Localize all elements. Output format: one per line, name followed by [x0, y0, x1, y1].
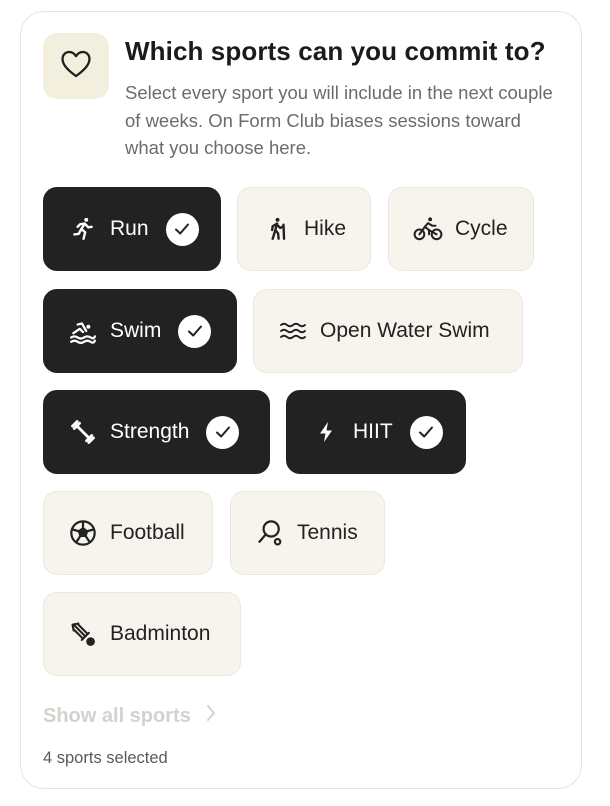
sport-chip-swim[interactable]: Swim — [43, 289, 237, 373]
sport-chip-label: Open Water Swim — [320, 319, 490, 342]
swimmer-icon — [68, 316, 98, 346]
chevron-right-icon — [205, 703, 217, 729]
sport-chip-cycle[interactable]: Cycle — [388, 187, 534, 271]
football-icon — [68, 518, 98, 548]
sport-chip-label: Football — [110, 521, 185, 544]
sport-chip-label: Cycle — [455, 217, 508, 240]
header-icon-box — [43, 33, 109, 99]
shuttlecock-icon — [68, 619, 98, 649]
sport-chip-label: Run — [110, 217, 149, 240]
check-icon — [206, 415, 240, 449]
page-subtitle: Select every sport you will include in t… — [125, 82, 553, 158]
sport-chip-label: Strength — [110, 420, 190, 443]
hiking-person-icon — [262, 214, 292, 244]
sport-chip-tennis[interactable]: Tennis — [230, 491, 385, 575]
sport-chip-open-water-swim[interactable]: Open Water Swim — [253, 289, 523, 373]
show-all-label: Show all sports — [43, 704, 191, 727]
waves-icon — [278, 316, 308, 346]
page-title: Which sports can you commit to? — [125, 36, 546, 66]
check-icon — [178, 314, 212, 348]
sport-chip-label: HIIT — [353, 420, 393, 443]
lightning-icon — [311, 417, 341, 447]
sport-chip-label: Tennis — [297, 521, 358, 544]
sports-selection-card: Which sports can you commit to? Select e… — [20, 11, 582, 789]
cyclist-icon — [413, 214, 443, 244]
show-all-sports-link[interactable]: Show all sports — [43, 703, 217, 729]
sport-chip-hiit[interactable]: HIIT — [286, 390, 466, 474]
sport-chip-label: Hike — [304, 217, 347, 240]
sport-chip-label: Badminton — [110, 622, 211, 645]
dumbbell-icon — [68, 417, 98, 447]
sport-chip-label: Swim — [110, 319, 162, 342]
check-icon — [165, 212, 199, 246]
sport-chip-football[interactable]: Football — [43, 491, 213, 575]
sport-chip-hike[interactable]: Hike — [237, 187, 371, 271]
check-icon — [409, 415, 443, 449]
running-person-icon — [68, 214, 98, 244]
sport-chip-strength[interactable]: Strength — [43, 390, 270, 474]
sport-chip-badminton[interactable]: Badminton — [43, 592, 241, 676]
selected-count: 4 sports selected — [43, 749, 168, 767]
heart-icon — [59, 47, 93, 86]
tennis-racket-icon — [255, 518, 285, 548]
sport-chip-run[interactable]: Run — [43, 187, 221, 271]
